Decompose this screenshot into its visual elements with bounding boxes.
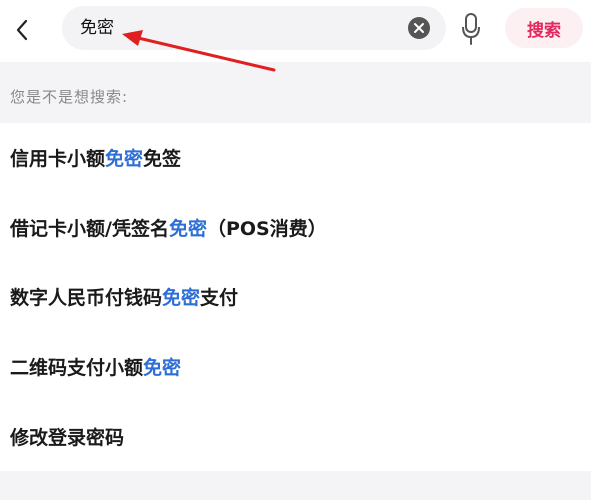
search-screen: 搜索 您是不是想搜索: 信用卡小额免密免签 借记卡小额/凭签名免密（POS消费）… (0, 0, 591, 500)
suggestion-item[interactable]: 信用卡小额 免密 免签 (0, 123, 591, 193)
chevron-left-icon (16, 19, 28, 41)
clear-button[interactable] (408, 17, 430, 39)
search-box (62, 6, 446, 50)
clear-circle-icon (408, 17, 430, 39)
suggestion-highlight: 免密 (168, 217, 207, 240)
suggestion-text: 免签 (143, 148, 182, 171)
suggestion-text: （POS消费） (206, 217, 327, 240)
search-header: 搜索 (0, 0, 591, 62)
suggestion-item[interactable]: 修改登录密码 (0, 401, 591, 471)
suggestion-highlight: 免密 (105, 148, 144, 171)
suggestion-text: 信用卡小额 (10, 148, 106, 171)
suggestion-hint: 您是不是想搜索: (10, 88, 129, 106)
suggestion-highlight: 免密 (162, 287, 201, 310)
back-button[interactable] (4, 10, 40, 50)
suggestion-text: 二维码支付小额 (10, 357, 144, 380)
suggestion-list: 信用卡小额 免密 免签 借记卡小额/凭签名 免密 （POS消费） 数字人民币付钱码 免密支… (0, 123, 591, 471)
search-input[interactable] (80, 6, 400, 50)
suggestion-text: 借记卡小额/凭签名 (10, 217, 169, 240)
suggestion-text: 修改登录密码 (10, 426, 125, 449)
suggestion-item[interactable]: 借记卡小额/凭签名 免密 （POS消费） (0, 193, 591, 263)
microphone-icon (462, 13, 480, 45)
suggestion-text: 数字人民币付钱码 (10, 287, 163, 310)
search-button[interactable]: 搜索 (505, 8, 583, 48)
suggestion-highlight: 免密 (143, 357, 182, 380)
suggestion-item[interactable]: 数字人民币付钱码 免密 支付 (0, 262, 591, 332)
suggestion-text: 支付 (200, 287, 239, 310)
suggestion-item[interactable]: 二维码支付小额 免密 (0, 332, 591, 402)
voice-input-button[interactable] (458, 10, 484, 48)
